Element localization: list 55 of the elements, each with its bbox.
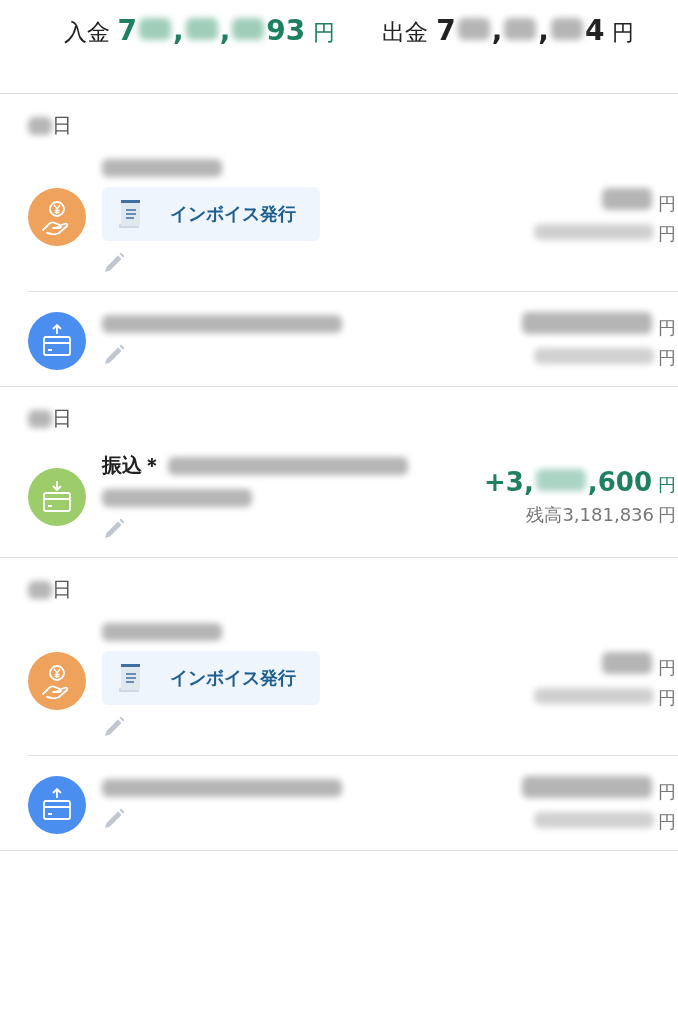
summary-amount: 93 [266,14,306,47]
summary-amount: 7 [117,14,137,47]
summary-label: 入金 [63,18,110,47]
summary-amount: , [491,14,503,47]
blurred-text [602,652,652,674]
amount-text: +3, [484,466,534,497]
pencil-icon[interactable] [102,343,126,367]
date-label: 日 [52,405,72,432]
balance-text: 残高3,181,836 [526,502,654,527]
currency-unit: 円 [658,810,676,834]
transaction-title: 振込＊ [102,452,162,479]
pencil-icon[interactable] [102,715,126,739]
currency-unit: 円 [658,222,676,246]
invoice-button[interactable]: インボイス発行 [102,651,320,705]
hand-coin-icon [28,652,86,710]
summary-amount: 4 [585,14,605,47]
summary-label: 出金 [382,18,429,47]
blurred-text [28,409,52,428]
currency-unit: 円 [658,780,676,804]
blurred-text [551,18,583,40]
document-icon [118,663,142,693]
summary-amount: , [219,14,231,47]
pencil-icon[interactable] [102,807,126,831]
currency-unit: 円 [658,316,676,340]
currency-unit: 円 [658,472,676,497]
card-upload-icon [28,312,86,370]
date-label: 日 [52,112,72,139]
date-label: 日 [52,576,72,603]
summary-amount: 7 [436,14,456,47]
blurred-text [535,468,586,491]
card-upload-icon [28,776,86,834]
pencil-icon[interactable] [102,517,126,541]
amount-text: ,600 [587,466,652,497]
blurred-text [28,580,52,599]
currency-unit: 円 [658,192,676,216]
blurred-text [602,188,652,210]
blurred-text [457,18,490,40]
blurred-text [139,18,171,40]
blurred-text [28,116,52,135]
document-icon [118,199,142,229]
blurred-text [232,18,265,40]
pencil-icon[interactable] [102,251,126,275]
invoice-button[interactable]: インボイス発行 [102,187,320,241]
blurred-text [504,18,537,40]
blurred-text [185,18,218,40]
currency-unit: 円 [658,346,676,370]
summary-amount: , [173,14,184,47]
card-download-icon [28,467,86,526]
currency-unit: 円 [658,656,676,680]
summary-amount: , [538,14,549,47]
currency-unit: 円 [313,19,336,47]
hand-coin-icon [28,188,86,246]
currency-unit: 円 [658,686,676,710]
currency-unit: 円 [612,19,635,47]
currency-unit: 円 [658,502,676,527]
